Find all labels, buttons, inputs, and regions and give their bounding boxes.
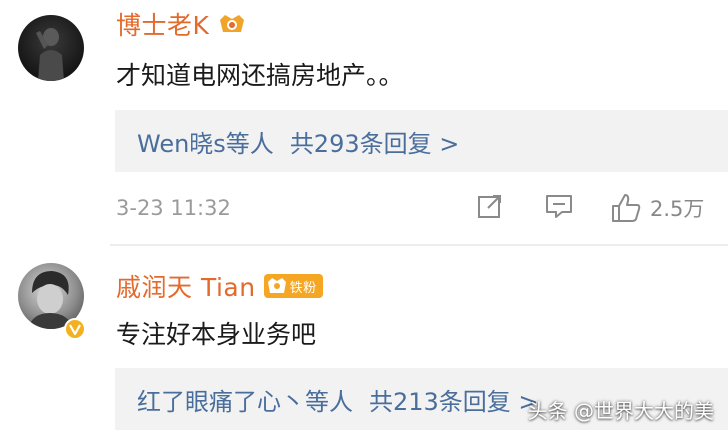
verified-v-icon — [69, 324, 81, 335]
username-text[interactable]: 博士老K — [116, 6, 209, 42]
comment-meta: 3-23 11:32 2.5万 — [116, 192, 728, 228]
crown-badge-icon — [267, 278, 286, 293]
share-button[interactable] — [476, 192, 504, 220]
reply-users[interactable]: 红了眼痛了心丶等人 — [137, 382, 353, 417]
username[interactable]: 戚润天 Tian 铁粉 — [116, 268, 323, 304]
thumbs-up-icon — [612, 194, 641, 222]
username-text[interactable]: 戚润天 Tian — [116, 268, 256, 304]
like-count: 2.5万 — [650, 197, 705, 221]
reply-count-link[interactable]: 共293条回复 > — [290, 124, 460, 159]
comment-text: 专注好本身业务吧 — [116, 320, 317, 349]
comment-item: 博士老K 才知道电网还搞房地产。。 Wen晓s等人 共293条回复 > 3-23… — [0, 0, 728, 246]
comment-text: 才知道电网还搞房地产。。 — [116, 61, 404, 90]
avatar-silhouette-icon — [36, 28, 64, 81]
reply-users[interactable]: Wen晓s等人 — [137, 124, 274, 159]
share-edit-icon — [478, 195, 501, 218]
like-button[interactable]: 2.5万 — [610, 192, 704, 224]
fan-badge-label: 铁粉 — [289, 280, 317, 296]
reply-summary[interactable]: Wen晓s等人 共293条回复 > — [115, 110, 728, 172]
comment-divider — [110, 244, 728, 246]
username[interactable]: 博士老K — [116, 6, 247, 42]
avatar[interactable] — [18, 15, 84, 81]
fan-badge: 铁粉 — [263, 274, 323, 298]
reply-count-link[interactable]: 共213条回复 > — [369, 382, 539, 417]
verified-badge — [64, 318, 86, 340]
watermark: 头条 @世界大大的美 — [527, 399, 714, 423]
timestamp: 3-23 11:32 — [116, 196, 231, 220]
reply-button[interactable] — [544, 192, 574, 220]
crown-badge-icon — [220, 15, 245, 32]
comment-icon — [546, 195, 572, 218]
